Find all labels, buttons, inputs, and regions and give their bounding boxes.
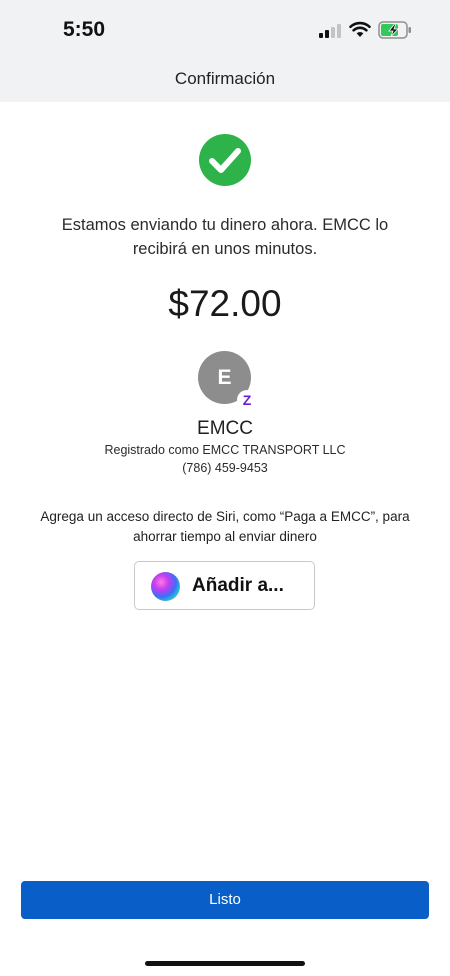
- amount-sent: $72.00: [168, 283, 282, 324]
- cellular-signal-icon: [319, 23, 343, 38]
- battery-charging-icon: [378, 21, 411, 39]
- recipient-name: EMCC: [197, 418, 253, 439]
- add-to-siri-label: Añadir a...: [192, 575, 284, 596]
- registered-as: Registrado como EMCC TRANSPORT LLC: [104, 443, 346, 457]
- add-to-siri-button[interactable]: Añadir a...: [134, 561, 315, 610]
- confirmation-message: Estamos enviando tu dinero ahora. EMCC l…: [61, 216, 389, 258]
- check-circle-icon: [199, 134, 251, 186]
- home-indicator[interactable]: [145, 961, 305, 966]
- top-bar: 5:50 Confirmación: [0, 0, 450, 102]
- page-title: Confirmación: [174, 69, 276, 88]
- zelle-badge-icon: Z: [237, 390, 257, 410]
- siri-shortcut-prompt: Agrega un acceso directo de Siri, como “…: [40, 509, 410, 544]
- siri-icon: [151, 572, 180, 601]
- status-time: 5:50: [63, 18, 106, 41]
- recipient-phone: (786) 459-9453: [182, 461, 268, 475]
- wifi-icon: [349, 21, 371, 37]
- done-button[interactable]: Listo: [21, 881, 429, 919]
